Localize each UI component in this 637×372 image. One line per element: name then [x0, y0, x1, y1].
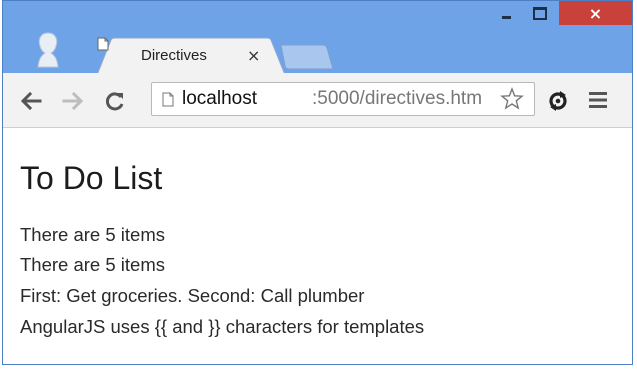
url-host: localhost — [182, 88, 257, 109]
maximize-button[interactable] — [523, 1, 557, 25]
browser-window: × Directives × localhost:5000/directive… — [2, 0, 633, 365]
page-content: To Do List There are 5 items There are 5… — [3, 128, 632, 364]
forward-arrow-icon — [62, 92, 84, 110]
reload-icon — [106, 92, 124, 111]
page-icon — [162, 92, 174, 107]
reload-button[interactable] — [101, 87, 129, 115]
minimize-button[interactable] — [490, 1, 522, 25]
address-bar[interactable]: localhost :5000/directives.htm — [151, 82, 535, 116]
back-arrow-icon — [20, 92, 42, 110]
tab-title: Directives — [141, 47, 207, 64]
tab-close-button[interactable]: × — [247, 46, 260, 65]
item-count-text: There are 5 items — [20, 254, 165, 275]
forward-button[interactable] — [59, 87, 87, 115]
sync-icon[interactable] — [546, 89, 570, 113]
minimize-icon — [501, 15, 511, 19]
page-title: To Do List — [20, 160, 163, 196]
maximize-icon — [533, 6, 547, 20]
close-window-button[interactable]: × — [559, 1, 632, 25]
hamburger-menu-icon[interactable] — [589, 91, 607, 109]
item-count-text: There are 5 items — [20, 224, 165, 245]
browser-toolbar: localhost :5000/directives.htm — [3, 73, 632, 128]
url-path: :5000/directives.htm — [312, 88, 483, 109]
back-button[interactable] — [17, 87, 45, 115]
star-icon[interactable] — [500, 87, 524, 111]
page-icon — [97, 37, 109, 51]
first-second-items-text: First: Get groceries. Second: Call plumb… — [20, 285, 365, 306]
template-note-text: AngularJS uses {{ and }} characters for … — [20, 316, 425, 337]
profile-icon[interactable] — [33, 31, 63, 69]
tab-directives[interactable]: Directives × — [97, 37, 285, 75]
new-tab-button[interactable] — [279, 43, 335, 71]
